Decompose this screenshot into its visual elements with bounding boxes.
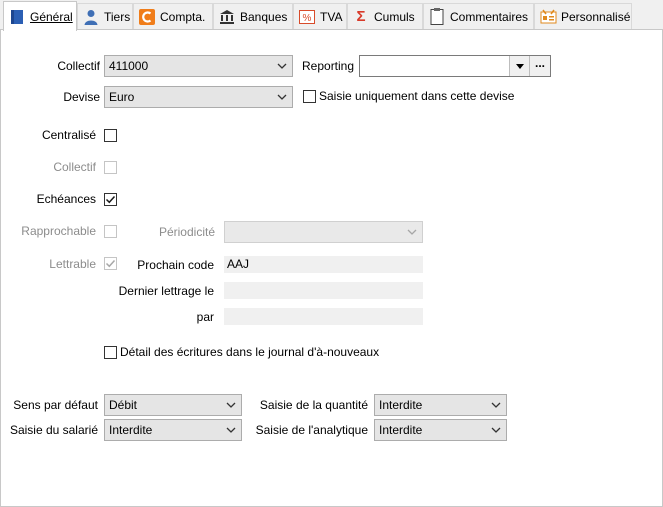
collectif-checkbox[interactable] [104, 161, 117, 174]
collectif-select[interactable]: 411000 [104, 55, 293, 77]
chevron-down-icon [277, 63, 287, 69]
dernier-lettrage-label: Dernier lettrage le [118, 284, 214, 298]
percent-icon: % [298, 8, 316, 26]
collectif-value: 411000 [109, 59, 149, 73]
tab-general[interactable]: Général [3, 1, 77, 31]
periodicite-select[interactable] [224, 221, 423, 243]
bank-icon [218, 8, 236, 26]
rapprochable-checkbox[interactable] [104, 225, 117, 238]
tab-label: Tiers [104, 9, 131, 24]
devise-label: Devise [63, 90, 100, 104]
tab-compta[interactable]: Compta. [133, 3, 213, 29]
sens-value: Débit [109, 398, 138, 412]
par-field [224, 308, 423, 325]
person-icon [82, 8, 100, 26]
saisie-salarie-value: Interdite [109, 423, 153, 437]
tab-bar: Général Tiers Compta. Banques % TVA Σ Cu… [0, 0, 663, 31]
saisie-analytique-label: Saisie de l'analytique [255, 423, 368, 437]
saisie-devise-label: Saisie uniquement dans cette devise [319, 89, 515, 103]
detail-checkbox[interactable] [104, 346, 117, 359]
custom-icon [539, 8, 557, 26]
more-icon: ... [534, 56, 545, 70]
chevron-down-icon [491, 402, 501, 408]
tab-banques[interactable]: Banques [213, 3, 293, 29]
centralise-label: Centralisé [41, 128, 96, 142]
collectif-label: Collectif [57, 59, 100, 73]
saisie-salarie-label: Saisie du salarié [9, 423, 98, 437]
tab-label: Personnalisé [561, 9, 631, 24]
centralise-checkbox[interactable] [104, 129, 117, 142]
sens-label: Sens par défaut [13, 398, 98, 412]
note-icon [428, 8, 446, 26]
reporting-field[interactable]: ... [359, 55, 551, 77]
saisie-analytique-value: Interdite [379, 423, 423, 437]
general-icon [8, 8, 26, 26]
chevron-down-icon [226, 402, 236, 408]
checkmark-icon [105, 195, 116, 204]
reporting-dropdown-button[interactable] [509, 56, 529, 76]
devise-select[interactable]: Euro [104, 86, 293, 108]
devise-value: Euro [109, 90, 135, 104]
tab-cumuls[interactable]: Σ Cumuls [347, 3, 423, 29]
prochain-code-label: Prochain code [137, 258, 214, 272]
chevron-down-icon [491, 427, 501, 433]
tab-label: TVA [320, 9, 343, 24]
tab-label: Cumuls [374, 9, 415, 24]
tab-commentaires[interactable]: Commentaires [423, 3, 534, 29]
tab-label: Général [30, 9, 73, 24]
par-label: par [196, 310, 214, 324]
sigma-icon: Σ [356, 7, 366, 25]
saisie-quantite-select[interactable]: Interdite [374, 394, 507, 416]
lettrable-label: Lettrable [49, 257, 96, 271]
reporting-more-button[interactable]: ... [529, 56, 550, 76]
tab-label: Compta. [160, 9, 206, 24]
collectif-check-label: Collectif [53, 160, 96, 174]
tab-tiers[interactable]: Tiers [77, 3, 133, 29]
echeances-label: Echéances [36, 192, 96, 206]
dernier-lettrage-field [224, 282, 423, 299]
prochain-code-field: AAJ [224, 256, 423, 273]
chevron-down-icon [277, 94, 287, 100]
checkmark-icon [105, 259, 116, 268]
detail-label: Détail des écritures dans le journal d'à… [120, 345, 380, 359]
tab-tva[interactable]: % TVA [293, 3, 347, 29]
saisie-quantite-value: Interdite [379, 398, 423, 412]
saisie-analytique-select[interactable]: Interdite [374, 419, 507, 441]
caret-down-icon [515, 63, 524, 69]
chevron-down-icon [226, 427, 236, 433]
tab-label: Commentaires [450, 9, 529, 24]
tab-label: Banques [240, 9, 288, 24]
echeances-checkbox[interactable] [104, 193, 117, 206]
saisie-quantite-label: Saisie de la quantité [259, 398, 368, 412]
reporting-label: Reporting [302, 59, 355, 73]
periodicite-label: Périodicité [158, 225, 215, 239]
svg-text:%: % [303, 13, 312, 24]
lettrable-checkbox[interactable] [104, 257, 117, 270]
chevron-down-icon [407, 229, 417, 235]
sens-select[interactable]: Débit [104, 394, 242, 416]
tab-personnalise[interactable]: Personnalisé [534, 3, 632, 29]
saisie-salarie-select[interactable]: Interdite [104, 419, 242, 441]
rapprochable-label: Rapprochable [21, 224, 96, 238]
saisie-devise-checkbox[interactable] [303, 90, 316, 103]
compta-icon [138, 8, 156, 26]
